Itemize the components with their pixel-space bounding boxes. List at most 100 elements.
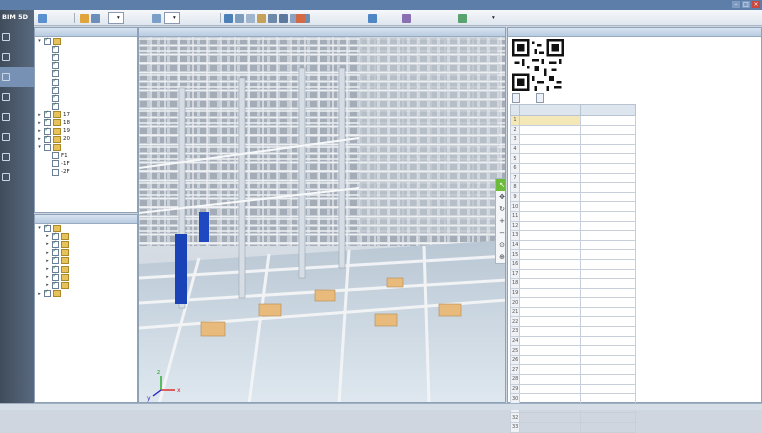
- property-value[interactable]: [580, 249, 636, 260]
- property-value[interactable]: [580, 143, 636, 155]
- tree-checkbox[interactable]: [44, 134, 51, 143]
- property-value[interactable]: [580, 210, 636, 222]
- maximize-button[interactable]: □: [742, 1, 750, 8]
- tree-row[interactable]: ▾: [37, 143, 135, 152]
- property-row[interactable]: 22: [510, 316, 636, 328]
- tree-row[interactable]: ▸ 19: [37, 126, 135, 135]
- tree-checkbox[interactable]: [44, 223, 51, 232]
- property-value[interactable]: [580, 412, 636, 423]
- property-value[interactable]: [580, 383, 636, 395]
- property-row[interactable]: 8: [510, 182, 636, 193]
- tree-row[interactable]: ▸: [37, 280, 135, 289]
- toolbar-button-5[interactable]: ▾: [490, 12, 495, 24]
- property-row[interactable]: 15: [510, 249, 636, 260]
- tree-row[interactable]: [37, 101, 135, 111]
- nav-item[interactable]: [0, 67, 34, 87]
- expand-toggle-icon[interactable]: ▾: [37, 224, 42, 232]
- property-value[interactable]: [580, 230, 636, 241]
- nav-item[interactable]: [0, 147, 34, 167]
- zoom-out-icon[interactable]: −: [496, 227, 505, 239]
- property-row[interactable]: 11: [510, 210, 636, 222]
- tree-checkbox[interactable]: [44, 36, 51, 45]
- property-value[interactable]: [580, 239, 636, 251]
- tree-checkbox[interactable]: [44, 288, 51, 298]
- property-value[interactable]: [580, 258, 636, 270]
- expand-toggle-icon[interactable]: ▸: [45, 257, 50, 265]
- property-value[interactable]: [580, 326, 636, 337]
- property-row[interactable]: 16: [510, 258, 636, 270]
- property-row[interactable]: 33: [510, 422, 636, 433]
- property-row[interactable]: 14: [510, 239, 636, 251]
- tree-row[interactable]: ▸ 20: [37, 134, 135, 143]
- property-value[interactable]: [580, 278, 636, 289]
- property-value[interactable]: [580, 354, 636, 366]
- tree-checkbox[interactable]: [52, 160, 59, 168]
- view-button[interactable]: [38, 12, 49, 24]
- property-value[interactable]: [580, 115, 636, 126]
- property-value[interactable]: [580, 172, 636, 184]
- property-row[interactable]: 21: [510, 306, 636, 318]
- property-value[interactable]: [580, 297, 636, 308]
- expand-toggle-icon[interactable]: ▸: [37, 127, 42, 135]
- property-row[interactable]: 32: [510, 412, 636, 423]
- tree-checkbox[interactable]: [52, 168, 59, 176]
- build-tools[interactable]: [80, 12, 100, 24]
- material-dropdown[interactable]: ▾: [164, 12, 180, 24]
- property-row[interactable]: 5: [510, 153, 636, 164]
- property-row[interactable]: 12: [510, 220, 636, 232]
- property-row[interactable]: 1: [510, 115, 636, 126]
- property-row[interactable]: 30: [510, 393, 636, 404]
- 3d-viewport[interactable]: x z y ↖ ✥ ↻ + − ⊙ ⊕: [138, 27, 506, 403]
- property-value[interactable]: [580, 335, 636, 347]
- property-value[interactable]: [580, 306, 636, 318]
- property-value[interactable]: [580, 162, 636, 174]
- tree-checkbox[interactable]: [52, 152, 59, 160]
- property-row[interactable]: 3: [510, 134, 636, 145]
- tree-row[interactable]: F1: [37, 152, 135, 160]
- select-tool-icon[interactable]: ↖: [496, 179, 505, 191]
- zoom-fit-icon[interactable]: ⊙: [496, 239, 505, 251]
- property-row[interactable]: 4: [510, 143, 636, 155]
- property-row[interactable]: 26: [510, 354, 636, 366]
- property-value[interactable]: [580, 393, 636, 404]
- property-row[interactable]: 29: [510, 383, 636, 395]
- property-row[interactable]: 6: [510, 162, 636, 174]
- tree-row[interactable]: -1F: [37, 160, 135, 168]
- property-row[interactable]: 24: [510, 335, 636, 347]
- property-value[interactable]: [580, 220, 636, 232]
- selected-wall-element[interactable]: [175, 234, 187, 304]
- property-row[interactable]: 13: [510, 230, 636, 241]
- export-button[interactable]: [512, 93, 520, 103]
- expand-toggle-icon[interactable]: ▸: [45, 265, 50, 273]
- property-value[interactable]: [580, 316, 636, 328]
- expand-toggle-icon[interactable]: ▾: [37, 37, 42, 45]
- expand-toggle-icon[interactable]: ▸: [45, 232, 50, 240]
- expand-toggle-icon[interactable]: ▸: [37, 135, 42, 143]
- expand-toggle-icon[interactable]: ▸: [45, 249, 50, 257]
- property-value[interactable]: [580, 191, 636, 203]
- expand-toggle-icon[interactable]: ▸: [37, 119, 42, 127]
- property-row[interactable]: 19: [510, 287, 636, 299]
- tree-checkbox[interactable]: [52, 280, 59, 289]
- property-value[interactable]: [580, 153, 636, 164]
- property-value[interactable]: [580, 287, 636, 299]
- close-button[interactable]: ×: [752, 1, 760, 8]
- toolbar-button-2[interactable]: [368, 12, 379, 24]
- pan-tool-icon[interactable]: ✥: [496, 191, 505, 203]
- tree-row[interactable]: ▸ 18: [37, 117, 135, 127]
- nav-item[interactable]: [0, 47, 34, 67]
- tree-row[interactable]: ▸: [37, 288, 135, 298]
- expand-toggle-icon[interactable]: ▾: [37, 143, 42, 151]
- property-value[interactable]: [580, 364, 636, 376]
- minimize-button[interactable]: –: [732, 1, 740, 8]
- property-row[interactable]: 27: [510, 364, 636, 376]
- nav-item[interactable]: [0, 127, 34, 147]
- property-row[interactable]: 7: [510, 172, 636, 184]
- building-model[interactable]: x z y: [139, 28, 506, 403]
- property-row[interactable]: 20: [510, 297, 636, 308]
- property-row[interactable]: 25: [510, 345, 636, 356]
- nav-item[interactable]: [0, 107, 34, 127]
- property-row[interactable]: 28: [510, 374, 636, 385]
- property-value[interactable]: [580, 374, 636, 385]
- property-value[interactable]: [580, 345, 636, 356]
